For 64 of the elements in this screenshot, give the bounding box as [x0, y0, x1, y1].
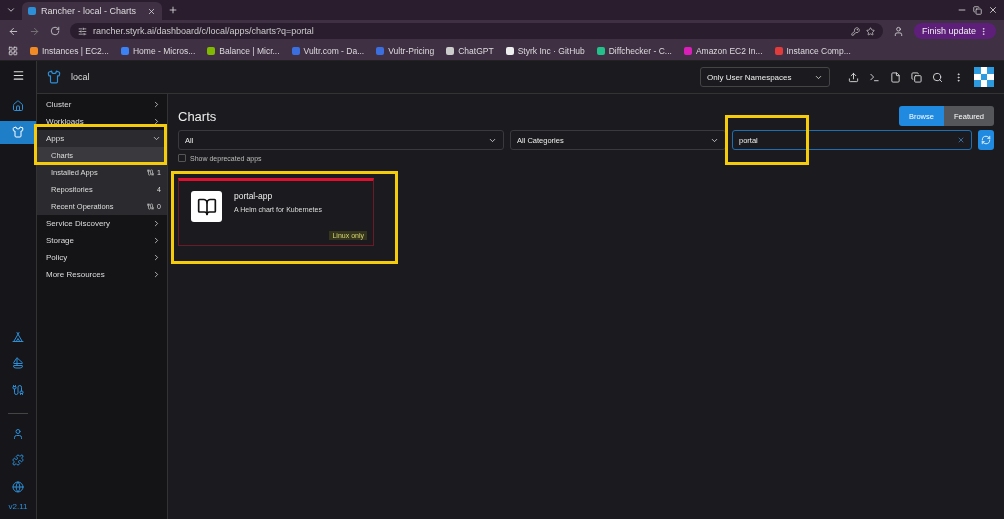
bookmark[interactable]: Diffchecker - C... — [596, 46, 672, 56]
reload-icon[interactable] — [50, 26, 60, 36]
user-icon[interactable] — [12, 427, 24, 440]
bookmark[interactable]: Vultr-Pricing — [376, 46, 435, 56]
close-icon[interactable] — [147, 6, 156, 16]
bookmark[interactable]: Home - Micros... — [120, 46, 196, 56]
version-label: v2.11 — [8, 502, 28, 511]
checkbox[interactable] — [178, 154, 186, 162]
copy-icon[interactable] — [911, 71, 922, 83]
search-icon[interactable] — [932, 71, 943, 83]
shirt-icon[interactable] — [12, 126, 24, 139]
bookmark[interactable]: Vultr.com - Da... — [291, 46, 365, 56]
nav-group[interactable]: Policy — [37, 249, 167, 266]
cluster-name: local — [71, 72, 90, 82]
new-tab-icon[interactable] — [168, 5, 178, 15]
cable-icon — [147, 203, 155, 210]
upload-icon[interactable] — [848, 71, 859, 83]
namespace-select[interactable]: Only User Namespaces — [700, 67, 830, 87]
page-title: Charts — [178, 108, 217, 124]
more-icon[interactable] — [979, 26, 988, 36]
bookmark[interactable]: Styrk Inc · GitHub — [505, 46, 585, 56]
cable-icon[interactable] — [12, 384, 24, 397]
chevron-down-icon — [152, 134, 161, 143]
update-button[interactable]: Finish update — [913, 23, 996, 39]
puzzle-icon[interactable] — [12, 454, 24, 467]
star-icon[interactable] — [865, 26, 875, 36]
bookmark[interactable]: Instances | EC2... — [30, 46, 109, 56]
refresh-icon — [981, 135, 991, 145]
favicon-icon — [28, 7, 36, 15]
restore-icon[interactable] — [973, 5, 982, 15]
browser-tab[interactable]: Rancher - local - Charts — [22, 2, 162, 20]
refresh-button[interactable] — [978, 130, 994, 150]
globe-icon[interactable] — [12, 481, 24, 494]
key-icon[interactable] — [850, 26, 860, 36]
tent-icon[interactable] — [12, 330, 24, 343]
sailboat-icon[interactable] — [12, 357, 24, 370]
nav-group[interactable]: Service Discovery — [37, 215, 167, 232]
cable-icon — [147, 169, 155, 176]
menu-icon[interactable] — [11, 69, 25, 82]
nav-group[interactable]: Storage — [37, 232, 167, 249]
address-bar[interactable]: rancher.styrk.ai/dashboard/c/local/apps/charts?q=portal — [70, 23, 883, 39]
file-icon[interactable] — [890, 71, 901, 83]
nav-group[interactable]: More Resources — [37, 266, 167, 283]
bookmark[interactable]: Balance | Micr... — [207, 46, 280, 56]
terminal-icon[interactable] — [869, 71, 880, 83]
profile-icon[interactable] — [892, 25, 904, 37]
book-icon — [191, 191, 222, 222]
clear-icon[interactable] — [957, 136, 965, 144]
tab-list-icon[interactable] — [6, 5, 16, 15]
shirt-icon — [47, 70, 61, 84]
apps-icon[interactable] — [8, 46, 18, 56]
back-icon[interactable] — [8, 25, 19, 37]
bookmark[interactable]: ChatGPT — [446, 46, 494, 56]
forward-icon[interactable] — [29, 25, 40, 37]
nav-group[interactable]: Apps — [37, 130, 167, 147]
bookmark[interactable]: Instance Comp... — [774, 46, 851, 56]
avatar-icon[interactable] — [974, 67, 994, 87]
bookmark[interactable]: Amazon EC2 In... — [683, 46, 763, 56]
nav-group[interactable]: Workloads — [37, 113, 167, 130]
home-icon[interactable] — [12, 99, 24, 112]
chart-name: portal-app — [234, 191, 274, 201]
site-settings-icon[interactable] — [78, 26, 87, 36]
close-icon[interactable] — [988, 5, 998, 15]
nav-group[interactable]: Cluster — [37, 96, 167, 113]
